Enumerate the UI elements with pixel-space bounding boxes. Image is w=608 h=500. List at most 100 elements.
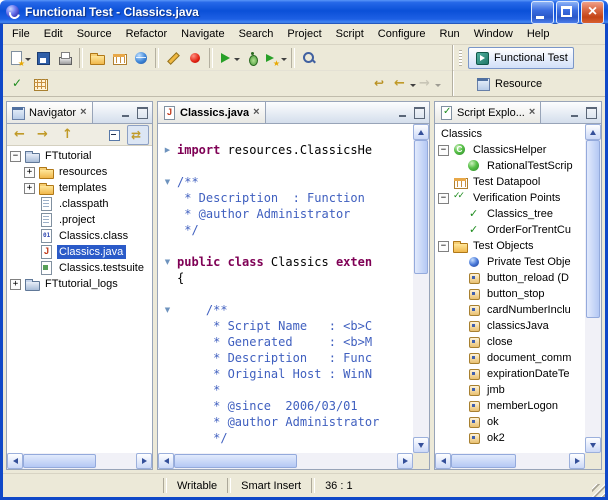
scroll-up-button[interactable] — [413, 124, 429, 140]
resize-grip[interactable] — [592, 484, 605, 497]
nav-back-button[interactable] — [10, 125, 32, 145]
scroll-up-button[interactable] — [585, 124, 601, 140]
tree-item-button-stop[interactable]: button_stop — [435, 286, 585, 302]
tree-item-verification-points[interactable]: − Verification Points — [435, 190, 585, 206]
collapse-icon[interactable]: − — [10, 150, 21, 162]
dropdown-arrow-icon[interactable] — [281, 58, 287, 64]
title-bar[interactable]: Functional Test - Classics.java — [0, 0, 608, 24]
tree-item-classicshelper[interactable]: − ClassicsHelper — [435, 142, 585, 158]
link-editor-button[interactable] — [127, 124, 149, 145]
tree-item-test-datapool[interactable]: Test Datapool — [435, 174, 585, 190]
tree-item-fttutorial-logs[interactable]: + FTtutorial_logs — [7, 276, 152, 292]
menu-configure[interactable]: Configure — [371, 25, 433, 43]
editor-tab-classics-java[interactable]: Classics.java × — [158, 102, 266, 123]
expand-icon[interactable]: + — [24, 166, 35, 178]
script-explorer-tab[interactable]: Script Explo... × — [435, 102, 542, 123]
tree-item-button-reload-d[interactable]: button_reload (D — [435, 270, 585, 286]
menu-help[interactable]: Help — [520, 25, 557, 43]
minimize-editor-button[interactable] — [397, 107, 409, 118]
scroll-thumb[interactable] — [174, 454, 297, 468]
run-config-button[interactable] — [263, 47, 288, 69]
scroll-track[interactable] — [23, 453, 136, 469]
scroll-down-button[interactable] — [585, 437, 601, 453]
fold-expanded-icon[interactable]: ▼ — [158, 254, 177, 270]
tree-item-orderfortrentcu[interactable]: OrderForTrentCu — [435, 222, 585, 238]
navigator-tab[interactable]: Navigator × — [7, 102, 93, 123]
tree-item-document-comm[interactable]: document_comm — [435, 350, 585, 366]
object-inspector-button[interactable] — [162, 47, 184, 69]
tree-item-expirationdatete[interactable]: expirationDateTe — [435, 366, 585, 382]
perspective-resource[interactable]: Resource — [469, 73, 548, 95]
test-object-map-button[interactable] — [29, 73, 51, 95]
collapse-icon[interactable]: − — [438, 240, 449, 252]
editor-vertical-scrollbar[interactable] — [413, 124, 429, 453]
menu-run[interactable]: Run — [433, 25, 467, 43]
dropdown-arrow-icon[interactable] — [435, 84, 441, 90]
maximize-editor-button[interactable] — [413, 107, 425, 119]
scroll-left-button[interactable] — [7, 453, 23, 469]
tree-item-project[interactable]: .project — [7, 212, 152, 228]
tree-item-memberlogon[interactable]: memberLogon — [435, 398, 585, 414]
app-icon[interactable] — [5, 4, 21, 20]
minimize-view-button[interactable] — [569, 107, 581, 118]
new-script-button[interactable] — [7, 47, 32, 69]
tree-item-fttutorial[interactable]: − FTtutorial — [7, 148, 152, 164]
last-edit-button[interactable] — [370, 73, 392, 95]
scroll-track[interactable] — [585, 140, 601, 437]
tree-item-ok[interactable]: ok — [435, 414, 585, 430]
close-view-icon[interactable]: × — [79, 107, 87, 118]
maximize-button[interactable] — [556, 0, 579, 24]
scroll-down-button[interactable] — [413, 437, 429, 453]
tree-item-cardnumberinclu[interactable]: cardNumberInclu — [435, 302, 585, 318]
forward-button[interactable] — [417, 73, 442, 95]
dropdown-arrow-icon[interactable] — [410, 84, 416, 90]
menu-file[interactable]: File — [5, 25, 37, 43]
tree-item-close[interactable]: close — [435, 334, 585, 350]
scroll-track[interactable] — [413, 140, 429, 437]
new-folder-button[interactable] — [86, 47, 108, 69]
verification-point-button[interactable] — [7, 73, 29, 95]
perspective-bar-handle[interactable] — [459, 49, 462, 66]
menu-edit[interactable]: Edit — [37, 25, 70, 43]
dropdown-arrow-icon[interactable] — [234, 58, 240, 64]
maximize-view-button[interactable] — [136, 107, 148, 119]
close-editor-icon[interactable]: × — [252, 107, 260, 118]
collapse-all-button[interactable] — [104, 125, 126, 145]
minimize-view-button[interactable] — [120, 107, 132, 118]
close-button[interactable] — [581, 0, 604, 24]
scroll-track[interactable] — [174, 453, 397, 469]
tree-item-test-objects[interactable]: − Test Objects — [435, 238, 585, 254]
new-datapool-button[interactable] — [108, 47, 130, 69]
fold-expanded-icon[interactable]: ▼ — [158, 174, 177, 190]
tree-item-classics-tree[interactable]: Classics_tree — [435, 206, 585, 222]
print-button[interactable] — [54, 47, 76, 69]
tree-item-rationaltestscrip[interactable]: RationalTestScrip — [435, 158, 585, 174]
perspective-functional-test[interactable]: Functional Test — [468, 46, 574, 69]
scroll-right-button[interactable] — [136, 453, 152, 469]
script-root-item[interactable]: Classics — [435, 126, 585, 142]
tree-item-ok2[interactable]: ok2 — [435, 430, 585, 446]
menu-project[interactable]: Project — [280, 25, 328, 43]
code-area[interactable]: ▶ import resources.ClassicsHe ▼/** * Descr… — [158, 124, 413, 453]
menu-window[interactable]: Window — [467, 25, 520, 43]
scroll-track[interactable] — [451, 453, 569, 469]
tree-item-classics-testsuite[interactable]: Classics.testsuite — [7, 260, 152, 276]
tree-item-templates[interactable]: + templates — [7, 180, 152, 196]
scroll-thumb[interactable] — [414, 140, 428, 274]
menu-refactor[interactable]: Refactor — [119, 25, 175, 43]
menu-source[interactable]: Source — [70, 25, 119, 43]
debug-button[interactable] — [241, 47, 263, 69]
script-explorer-horizontal-scrollbar[interactable] — [435, 453, 585, 469]
menu-search[interactable]: Search — [232, 25, 281, 43]
run-button[interactable] — [216, 47, 241, 69]
navigator-horizontal-scrollbar[interactable] — [7, 453, 152, 469]
scroll-left-button[interactable] — [158, 453, 174, 469]
minimize-button[interactable] — [531, 0, 554, 24]
tree-item-classpath[interactable]: .classpath — [7, 196, 152, 212]
scroll-thumb[interactable] — [23, 454, 97, 468]
search-button[interactable] — [298, 47, 320, 69]
scroll-right-button[interactable] — [569, 453, 585, 469]
scroll-right-button[interactable] — [397, 453, 413, 469]
tree-item-classics-class[interactable]: Classics.class — [7, 228, 152, 244]
close-view-icon[interactable]: × — [528, 107, 536, 118]
